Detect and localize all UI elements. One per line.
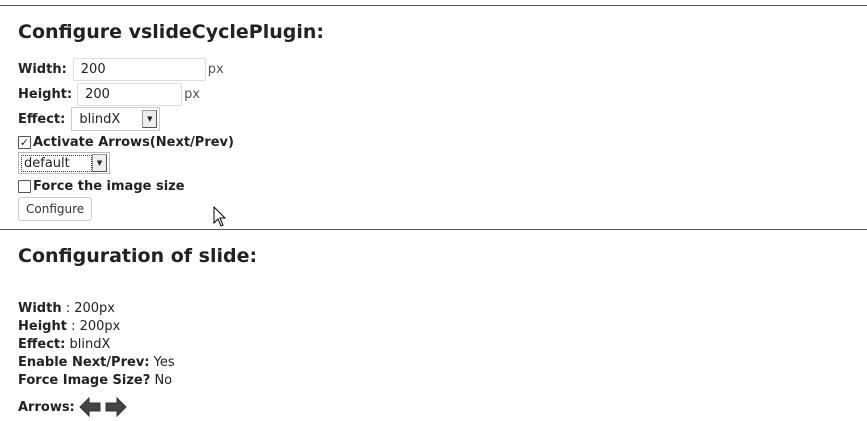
- slide-next-prev-value: Yes: [153, 355, 175, 370]
- slide-width-label: Width: [18, 301, 62, 316]
- arrow-right-icon[interactable]: [105, 397, 127, 417]
- effect-row: Effect: blindX ▼: [18, 107, 161, 131]
- width-label: Width:: [18, 61, 67, 77]
- slide-config-title: Configuration of slide:: [18, 245, 258, 267]
- width-unit: px: [207, 61, 224, 77]
- configure-row: Configure: [18, 197, 93, 221]
- effect-label: Effect:: [18, 111, 66, 127]
- slide-next-prev-label: Enable Next/Prev:: [18, 355, 150, 370]
- slide-force-value: No: [154, 373, 173, 388]
- width-row: Width: 200 px: [18, 57, 224, 81]
- slide-width-value: : 200px: [65, 301, 115, 316]
- divider: [0, 229, 867, 230]
- arrow-left-icon[interactable]: [79, 397, 101, 417]
- effect-select[interactable]: blindX ▼: [71, 107, 161, 131]
- arrows-checkbox-label[interactable]: Activate Arrows(Next/Prev): [33, 135, 234, 150]
- width-input[interactable]: 200: [72, 57, 206, 81]
- arrow-style-select[interactable]: default ▼: [18, 152, 110, 174]
- configure-button[interactable]: Configure: [18, 197, 93, 221]
- slide-width-info: Width : 200px: [18, 301, 115, 316]
- slide-effect-info: Effect: blindX: [18, 337, 110, 352]
- force-size-row: Force the image size: [18, 175, 185, 197]
- height-input[interactable]: 200: [77, 82, 183, 106]
- arrows-checkbox[interactable]: ✓: [18, 135, 31, 149]
- chevron-down-icon: ▼: [92, 154, 107, 172]
- force-size-checkbox[interactable]: [18, 179, 31, 193]
- slide-height-value: : 200px: [71, 319, 121, 334]
- slide-force-info: Force Image Size? No: [18, 373, 172, 388]
- arrow-style-row: default ▼: [18, 152, 110, 174]
- force-size-label[interactable]: Force the image size: [33, 179, 185, 194]
- slide-effect-label: Effect:: [18, 337, 66, 352]
- slide-height-info: Height : 200px: [18, 319, 120, 334]
- slide-height-label: Height: [18, 319, 67, 334]
- slide-arrows-label: Arrows:: [18, 399, 75, 415]
- divider: [0, 5, 867, 6]
- height-unit: px: [184, 86, 201, 102]
- slide-effect-value: blindX: [69, 337, 111, 352]
- slide-arrows-info: Arrows:: [18, 397, 127, 417]
- chevron-down-icon: ▼: [142, 110, 158, 128]
- effect-select-value: blindX: [79, 111, 121, 127]
- arrows-checkbox-row: ✓ Activate Arrows(Next/Prev): [18, 131, 234, 153]
- arrow-style-value: default: [21, 154, 93, 172]
- slide-next-prev-info: Enable Next/Prev: Yes: [18, 355, 175, 370]
- height-label: Height:: [18, 86, 73, 102]
- mouse-cursor-icon: [213, 206, 227, 227]
- config-form-title: Configure vslideCyclePlugin:: [18, 21, 325, 43]
- height-row: Height: 200 px: [18, 82, 200, 106]
- slide-force-label: Force Image Size?: [18, 373, 151, 388]
